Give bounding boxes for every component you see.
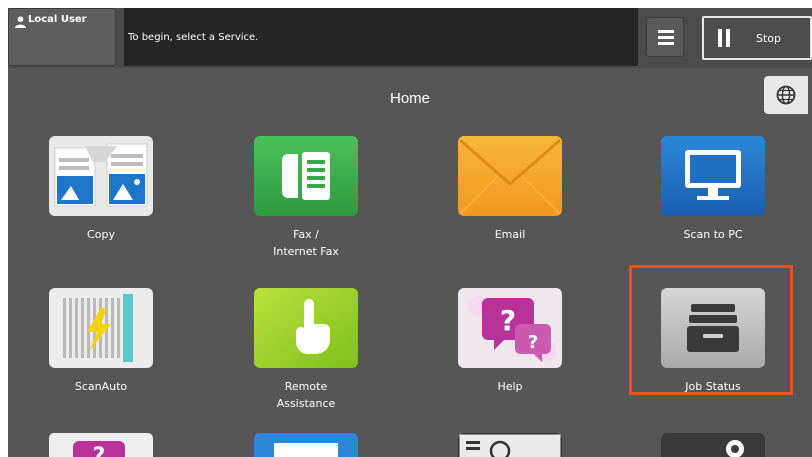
- partial-app-tile-1[interactable]: ?: [49, 433, 153, 457]
- app-label: Job Status: [685, 380, 741, 393]
- stop-button[interactable]: Stop: [702, 16, 812, 60]
- remote-assistance-icon: [254, 288, 358, 368]
- app-label: Copy: [87, 228, 115, 241]
- page-title: Home: [389, 90, 430, 107]
- pause-icon: [718, 29, 730, 47]
- app-tile-fax[interactable]: Fax / Internet Fax: [219, 136, 389, 276]
- help-icon: ?: [73, 441, 125, 457]
- svg-text:?: ?: [500, 304, 516, 337]
- app-tile-copy[interactable]: Copy: [14, 136, 184, 276]
- partial-app-tile-2[interactable]: [254, 433, 358, 457]
- job-status-icon: [661, 288, 765, 368]
- svg-text:?: ?: [528, 332, 538, 353]
- app-label: Fax / Internet Fax: [273, 228, 339, 258]
- address-book-icon: [458, 433, 562, 457]
- user-icon: [15, 16, 26, 28]
- message-bar: To begin, select a Service.: [124, 8, 638, 66]
- stop-label: Stop: [756, 32, 782, 45]
- app-tile-remote-assistance[interactable]: Remote Assistance: [219, 288, 389, 428]
- language-button[interactable]: [764, 76, 808, 114]
- scan-auto-icon: [49, 288, 153, 368]
- partial-app-tile-3[interactable]: [458, 433, 562, 457]
- printer-home-screen: Local User To begin, select a Service. S…: [8, 8, 812, 457]
- document-icon: [274, 443, 338, 457]
- app-tile-help[interactable]: ? ? Help: [423, 288, 593, 428]
- fax-icon: [254, 136, 358, 216]
- app-label: Remote Assistance: [276, 380, 336, 410]
- app-tile-job-status[interactable]: Job Status: [626, 288, 796, 428]
- top-bar: Local User To begin, select a Service. S…: [8, 8, 812, 68]
- app-tile-scan-to-pc[interactable]: Scan to PC: [626, 136, 796, 276]
- status-message: To begin, select a Service.: [128, 32, 259, 43]
- menu-button[interactable]: [646, 17, 684, 57]
- help-icon: ? ?: [458, 288, 562, 368]
- app-label: ScanAuto: [74, 380, 128, 393]
- app-label: Email: [494, 228, 526, 241]
- email-icon: [458, 136, 562, 216]
- globe-icon: [776, 85, 796, 105]
- local-user-button[interactable]: Local User: [8, 8, 116, 66]
- app-tile-scanauto[interactable]: ScanAuto: [14, 288, 184, 428]
- scan-to-pc-icon: [661, 136, 765, 216]
- app-tile-email[interactable]: Email: [423, 136, 593, 276]
- partial-app-tile-4[interactable]: [661, 433, 765, 457]
- app-label: Scan to PC: [683, 228, 743, 241]
- settings-icon: [661, 433, 765, 457]
- app-label: Help: [497, 380, 523, 393]
- copy-icon: [49, 136, 153, 216]
- svg-text:?: ?: [93, 444, 106, 457]
- local-user-label: Local User: [28, 14, 87, 25]
